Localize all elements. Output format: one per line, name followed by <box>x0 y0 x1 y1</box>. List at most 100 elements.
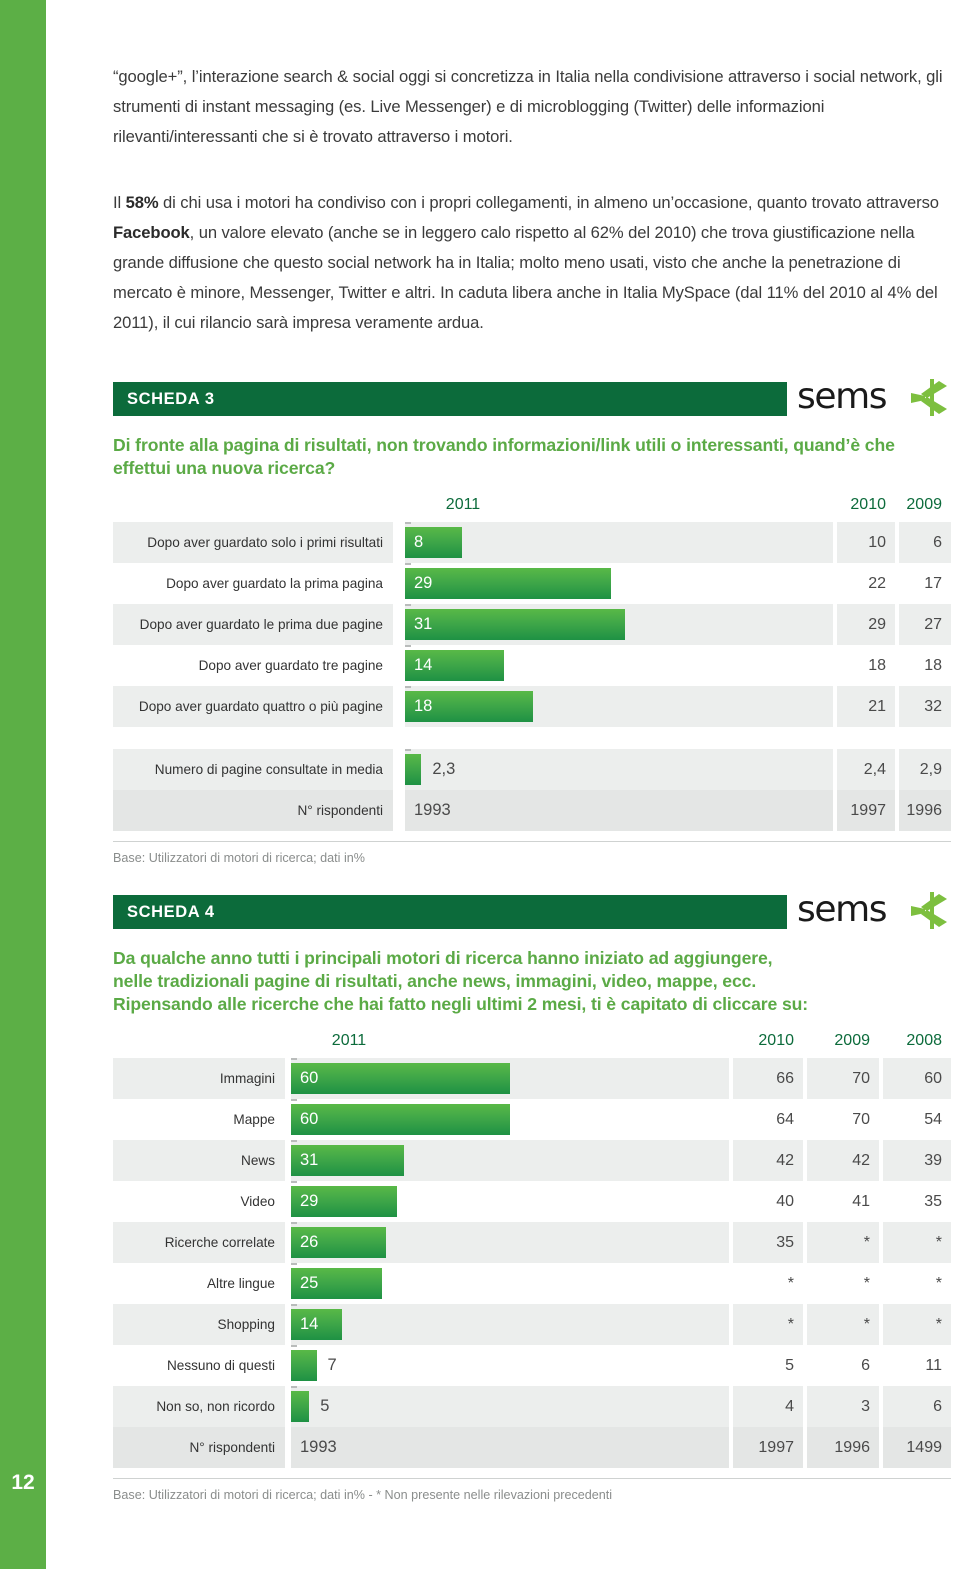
row-label: Video <box>240 1194 275 1209</box>
respondents-2009: 1996 <box>899 790 951 831</box>
chart-header-row: 2011 2010 2009 2008 <box>113 1032 951 1058</box>
respondents-2008: 1499 <box>883 1427 951 1468</box>
respondents-2011: 1993 <box>300 1438 337 1456</box>
cell-2010: 22 <box>868 574 886 592</box>
row-plot-cell: 5 <box>291 1386 729 1427</box>
cell-2009: 32 <box>899 686 951 727</box>
scheda-4-question-line-3: Ripensando alle ricerche che hai fatto n… <box>113 994 809 1014</box>
cell-2010: 5 <box>785 1356 794 1374</box>
cell-2009: 6 <box>861 1356 870 1374</box>
cell-2008: * <box>935 1274 942 1292</box>
row-spacer <box>113 727 951 749</box>
cell-2009: * <box>807 1304 879 1345</box>
document-page: Gli italiani e i motori di ricerca 2011 … <box>0 0 960 1569</box>
axis-tick <box>291 1140 297 1142</box>
row-label: Ricerche correlate <box>113 1222 285 1263</box>
axis-tick <box>291 1099 297 1101</box>
sems-logo-2: sems <box>797 890 949 934</box>
respondents-2010: 1997 <box>837 790 895 831</box>
cell-2009: * <box>863 1274 870 1292</box>
row-plot-cell: 18 <box>405 686 833 727</box>
bar-value-2011: 25 <box>300 1274 319 1292</box>
cell-2008: * <box>883 1222 951 1263</box>
scheda-4-question: Da qualche anno tutti i principali motor… <box>113 947 951 1016</box>
axis-tick <box>291 1222 297 1224</box>
cell-2010: 35 <box>733 1222 803 1263</box>
bar-2011 <box>291 1391 310 1422</box>
axis-tick <box>405 645 411 647</box>
row-plot-cell: 25 <box>291 1263 729 1304</box>
bar-value-2011: 29 <box>414 574 433 592</box>
cell-2010: 66 <box>733 1058 803 1099</box>
axis-tick <box>405 522 411 524</box>
bar-2011 <box>291 1104 510 1135</box>
cell-2009: 42 <box>807 1140 879 1181</box>
bar-value-2011: 29 <box>300 1192 319 1210</box>
scheda-4-question-line-2: nelle tradizionali pagine di risultati, … <box>113 971 757 991</box>
scheda-4-chart: 2011 2010 2009 2008 Immagini 60 66 70 60 Mappe 60 6… <box>113 1032 951 1468</box>
page-number: 12 <box>11 1471 35 1494</box>
p2-brand-facebook: Facebook <box>113 223 190 242</box>
bar-2011 <box>405 609 626 640</box>
row-plot-cell: 29 <box>291 1181 729 1222</box>
cell-2009: 3 <box>807 1386 879 1427</box>
cell-2010: * <box>733 1304 803 1345</box>
cell-2009: 2,9 <box>899 749 951 790</box>
respondents-plot-cell: 1993 <box>405 790 833 831</box>
row-label: Altre lingue <box>206 1276 275 1291</box>
row-plot-cell: 14 <box>405 645 833 686</box>
p2-stat-58: 58% <box>125 193 159 212</box>
cell-2009: 70 <box>852 1110 870 1128</box>
bar-value-2011: 8 <box>414 533 424 551</box>
p2-seg-2: di chi usa i motori ha condiviso con i p… <box>158 193 939 212</box>
row-plot-cell: 14 <box>291 1304 729 1345</box>
scheda-3-base-note: Base: Utilizzatori di motori di ricerca;… <box>113 851 365 865</box>
axis-tick <box>291 1386 297 1388</box>
table-row: Nessuno di questi 7 5 6 11 <box>113 1345 951 1386</box>
row-plot-cell: 26 <box>291 1222 729 1263</box>
axis-tick <box>291 1263 297 1265</box>
table-row: Shopping 14 * * * <box>113 1304 951 1345</box>
cell-2010: 4 <box>733 1386 803 1427</box>
row-label: Numero di pagine consultate in media <box>113 749 393 790</box>
cell-2008: * <box>883 1304 951 1345</box>
cell-2008: 35 <box>924 1192 942 1210</box>
cell-2009: 17 <box>924 574 942 592</box>
bar-value-2011: 14 <box>414 656 433 674</box>
cell-2010: 18 <box>868 656 886 674</box>
bar-2011 <box>405 754 422 785</box>
row-plot-cell: 60 <box>291 1099 729 1140</box>
column-header-2009: 2009 <box>906 496 942 513</box>
cell-2010: 2,4 <box>837 749 895 790</box>
cell-2009: 27 <box>899 604 951 645</box>
table-row: News 31 42 42 39 <box>113 1140 951 1181</box>
p2-seg-1: Il <box>113 193 126 212</box>
row-label: Shopping <box>113 1304 285 1345</box>
row-label: Non so, non ricordo <box>113 1386 285 1427</box>
scheda-4-banner: SCHEDA 4 <box>113 895 787 929</box>
cell-2010: * <box>787 1274 794 1292</box>
row-label: Dopo aver guardato la prima pagina <box>166 576 383 591</box>
respondents-row: N° rispondenti 1993 1997 1996 <box>113 790 951 831</box>
p2-seg-3: , un valore elevato (anche se in leggero… <box>113 223 938 332</box>
row-label: News <box>113 1140 285 1181</box>
bar-value-2011: 60 <box>300 1110 319 1128</box>
scheda-3-banner: SCHEDA 3 <box>113 382 787 416</box>
scheda-4-rule <box>113 1478 951 1479</box>
chart-header-row: 2011 2010 2009 <box>113 496 951 522</box>
scheda-4-base-note: Base: Utilizzatori di motori di ricerca;… <box>113 1488 613 1502</box>
cell-2008: 60 <box>883 1058 951 1099</box>
cell-2008: 39 <box>883 1140 951 1181</box>
table-row: Dopo aver guardato tre pagine 14 18 18 <box>113 645 951 686</box>
intro-paragraph-1: “google+”, l’interazione search & social… <box>113 67 943 146</box>
row-label: Dopo aver guardato solo i primi risultat… <box>113 522 393 563</box>
cell-2010: 42 <box>733 1140 803 1181</box>
row-plot-cell: 8 <box>405 522 833 563</box>
cell-2010: 10 <box>837 522 895 563</box>
axis-tick <box>291 1345 297 1347</box>
scheda-4-header: SCHEDA 4 sems <box>113 890 951 930</box>
intro-paragraph-2: Il 58% di chi usa i motori ha condiviso … <box>113 188 951 338</box>
cell-2010: 40 <box>776 1192 794 1210</box>
table-row: Altre lingue 25 * * * <box>113 1263 951 1304</box>
bar-value-2011: 60 <box>300 1069 319 1087</box>
